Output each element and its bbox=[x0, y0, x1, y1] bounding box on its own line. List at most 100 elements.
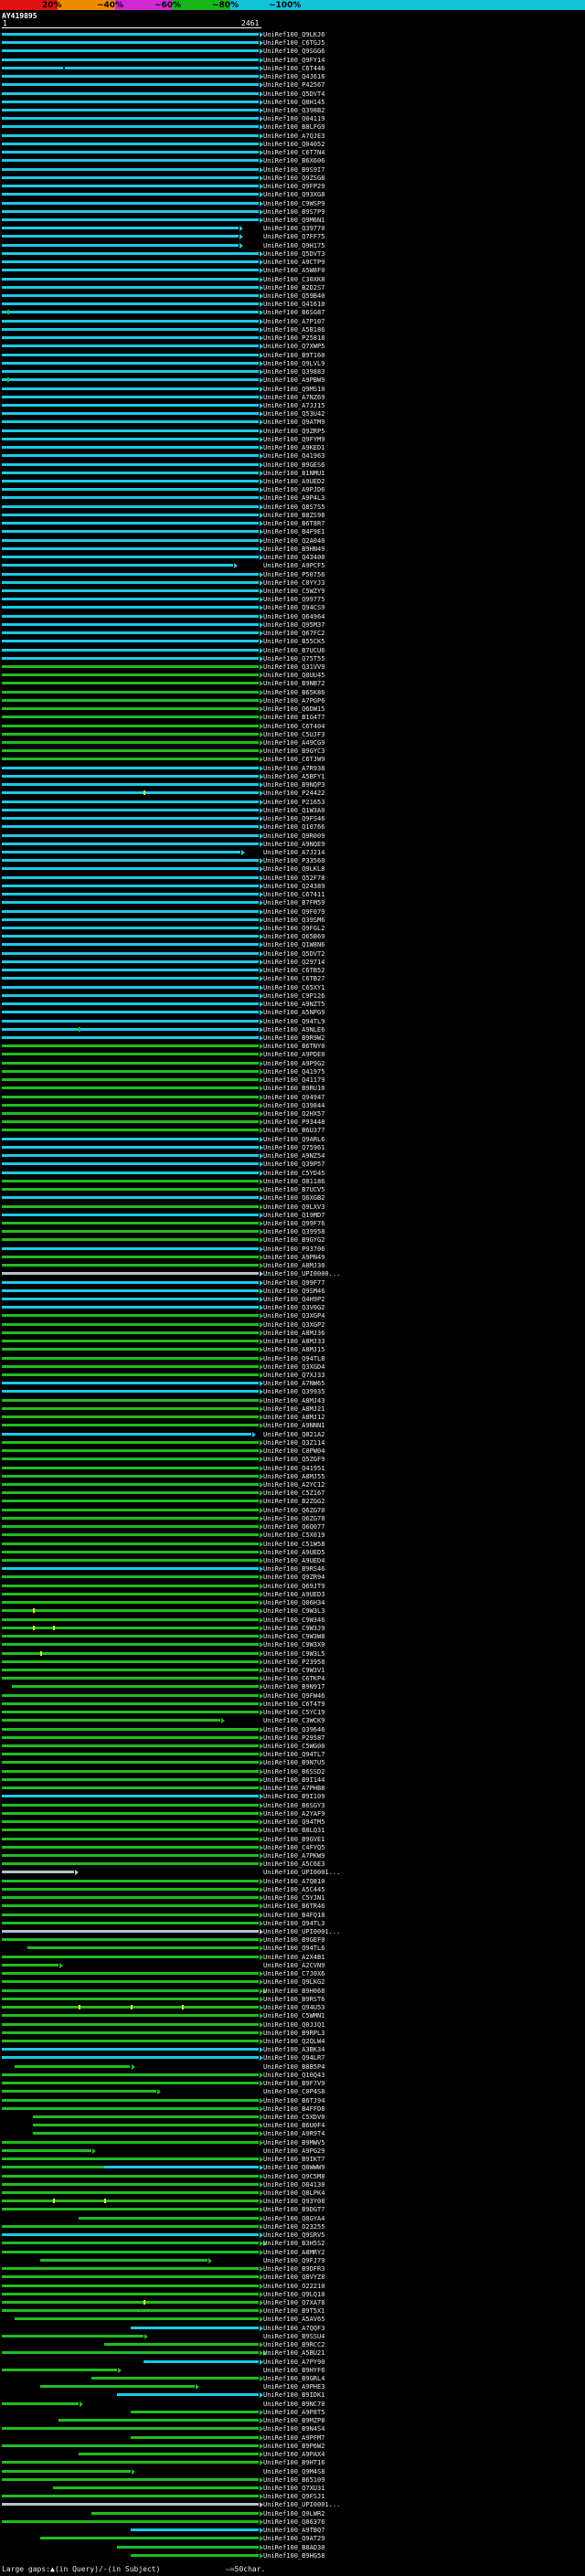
alignment-bar[interactable] bbox=[2, 2174, 259, 2178]
alignment-bar[interactable] bbox=[2, 1188, 259, 1192]
hit-label[interactable]: UniRef100_Q41610 bbox=[263, 301, 324, 308]
hit-label[interactable]: UniRef100_Q2QLW4 bbox=[263, 2038, 324, 2045]
alignment-bar[interactable] bbox=[2, 1348, 259, 1352]
alignment-bar[interactable] bbox=[2, 109, 259, 112]
alignment-bar[interactable] bbox=[2, 1525, 259, 1529]
hit-label[interactable]: UniRef100_Q9LKJ6 bbox=[263, 31, 324, 38]
alignment-bar[interactable] bbox=[2, 2250, 259, 2253]
hit-label[interactable]: UniRef100_Q9FW46 bbox=[263, 1692, 324, 1700]
hit-label[interactable]: UniRef100_C5XDV0 bbox=[263, 2114, 324, 2121]
hit-label[interactable]: UniRef100_B9RU10 bbox=[263, 1085, 324, 1092]
hit-label[interactable]: UniRef100_Q9FYM9 bbox=[263, 436, 324, 443]
alignment-bar[interactable] bbox=[2, 817, 259, 821]
alignment-bar[interactable] bbox=[2, 142, 259, 145]
hit-label[interactable]: UniRef100_Q2A040 bbox=[263, 537, 324, 545]
alignment-bar[interactable] bbox=[2, 201, 259, 205]
hit-label[interactable]: UniRef100_B9RCC2 bbox=[263, 2341, 324, 2348]
hit-label[interactable]: UniRef100_Q3V0G2 bbox=[263, 1304, 324, 1311]
hit-label[interactable]: UniRef100_A9PHE3 bbox=[263, 2383, 324, 2390]
alignment-bar[interactable] bbox=[2, 49, 259, 53]
alignment-bar[interactable] bbox=[2, 2300, 259, 2304]
hit-label[interactable]: UniRef100_Q59B40 bbox=[263, 292, 324, 300]
alignment-bar[interactable] bbox=[2, 311, 259, 314]
alignment-bar[interactable] bbox=[2, 1272, 259, 1276]
hit-label[interactable]: UniRef100_A8MJ12 bbox=[263, 1414, 324, 1421]
alignment-bar[interactable] bbox=[2, 133, 259, 137]
alignment-bar[interactable] bbox=[2, 1280, 259, 1284]
hit-label[interactable]: UniRef100_B9S7P9 bbox=[263, 208, 324, 216]
alignment-bar[interactable] bbox=[2, 2469, 131, 2473]
alignment-bar[interactable] bbox=[2, 2056, 259, 2060]
hit-label[interactable]: UniRef100_B9HT16 bbox=[263, 2459, 324, 2466]
hit-label[interactable]: UniRef100_A5C445 bbox=[263, 1886, 324, 1893]
alignment-bar[interactable] bbox=[2, 1811, 259, 1815]
hit-label[interactable]: UniRef100_C67411 bbox=[263, 891, 324, 898]
alignment-bar[interactable] bbox=[15, 2064, 131, 2068]
alignment-bar[interactable] bbox=[2, 1921, 259, 1924]
hit-label[interactable]: UniRef100_C5Z167 bbox=[263, 1489, 324, 1497]
alignment-bar[interactable] bbox=[2, 1980, 259, 1984]
hit-label[interactable]: UniRef100_Q1W3A0 bbox=[263, 807, 324, 814]
hit-label[interactable]: UniRef100_P21653 bbox=[263, 799, 324, 806]
alignment-bar[interactable] bbox=[2, 1432, 251, 1436]
hit-label[interactable]: UniRef100_B9NQP3 bbox=[263, 781, 324, 789]
hit-label[interactable]: UniRef100_C0P4S8 bbox=[263, 2088, 324, 2095]
alignment-bar[interactable] bbox=[2, 1449, 259, 1453]
hit-label[interactable]: UniRef100_C6T446 bbox=[263, 65, 324, 72]
alignment-bar[interactable] bbox=[2, 1196, 259, 1200]
hit-label[interactable]: UniRef100_B65109 bbox=[263, 2476, 324, 2484]
hit-label[interactable]: UniRef100_Q43400 bbox=[263, 554, 324, 561]
hit-label[interactable]: UniRef100_C5WG00 bbox=[263, 1743, 324, 1750]
alignment-bar[interactable] bbox=[12, 1685, 259, 1689]
alignment-bar[interactable] bbox=[2, 1542, 259, 1545]
hit-label[interactable]: UniRef100_Q04119 bbox=[263, 115, 324, 122]
alignment-bar[interactable] bbox=[2, 1095, 259, 1098]
alignment-bar[interactable] bbox=[2, 1584, 259, 1587]
hit-label[interactable]: UniRef100_A9NQE9 bbox=[263, 841, 324, 848]
hit-label[interactable]: UniRef100_Q41951 bbox=[263, 1465, 324, 1472]
alignment-bar[interactable] bbox=[2, 927, 259, 930]
alignment-bar[interactable] bbox=[143, 2359, 259, 2363]
hit-label[interactable]: UniRef100_Q06H34 bbox=[263, 1599, 324, 1606]
alignment-bar[interactable] bbox=[2, 2427, 259, 2431]
hit-label[interactable]: UniRef100_Q0JJQ1 bbox=[263, 2021, 324, 2029]
alignment-bar[interactable] bbox=[2, 1635, 259, 1638]
alignment-bar[interactable] bbox=[2, 361, 259, 365]
alignment-bar[interactable] bbox=[2, 75, 259, 79]
hit-label[interactable]: UniRef100_B6X606 bbox=[263, 157, 324, 164]
hit-label[interactable]: UniRef100_Q9FGL2 bbox=[263, 925, 324, 932]
alignment-bar[interactable] bbox=[2, 656, 259, 660]
hit-label[interactable]: UniRef100_B9N4S4 bbox=[263, 2425, 324, 2433]
alignment-bar[interactable] bbox=[2, 588, 259, 592]
alignment-bar[interactable] bbox=[2, 1246, 259, 1250]
alignment-bar[interactable] bbox=[2, 1255, 259, 1258]
hit-label[interactable]: UniRef100_Q8UU45 bbox=[263, 672, 324, 679]
hit-label[interactable]: UniRef100_Q41179 bbox=[263, 1076, 324, 1084]
alignment-bar[interactable] bbox=[2, 462, 259, 466]
hit-label[interactable]: UniRef100_B1NMU1 bbox=[263, 470, 324, 477]
alignment-bar[interactable] bbox=[2, 1314, 259, 1318]
hit-label[interactable]: UniRef100_B9MZP8 bbox=[263, 2417, 324, 2424]
alignment-bar[interactable] bbox=[2, 1415, 259, 1419]
alignment-bar[interactable] bbox=[2, 2030, 259, 2034]
hit-label[interactable]: UniRef100_Q8S7S5 bbox=[263, 504, 324, 511]
alignment-bar[interactable] bbox=[2, 2233, 259, 2237]
hit-label[interactable]: UniRef100_B9T160 bbox=[263, 352, 324, 359]
hit-label[interactable]: UniRef100_Q6ZG78 bbox=[263, 1515, 324, 1522]
alignment-bar[interactable] bbox=[2, 716, 259, 719]
alignment-bar[interactable] bbox=[2, 901, 259, 905]
hit-label[interactable]: UniRef100_B9IDK1 bbox=[263, 2391, 324, 2399]
alignment-bar[interactable] bbox=[2, 1972, 259, 1976]
alignment-bar[interactable] bbox=[53, 2486, 259, 2489]
alignment-bar[interactable] bbox=[15, 2317, 259, 2321]
hit-label[interactable]: UniRef100_Q52F78 bbox=[263, 875, 324, 882]
hit-label[interactable]: UniRef100_UPI0000... bbox=[263, 1270, 340, 1277]
hit-label[interactable]: UniRef100_C30XK8 bbox=[263, 276, 324, 283]
alignment-bar[interactable] bbox=[2, 217, 259, 221]
alignment-bar[interactable] bbox=[27, 1946, 259, 1950]
hit-label[interactable]: UniRef100_B7UCV5 bbox=[263, 1186, 324, 1193]
hit-label[interactable]: UniRef100_C9WSP9 bbox=[263, 200, 324, 207]
alignment-bar[interactable] bbox=[2, 403, 259, 407]
alignment-bar[interactable] bbox=[2, 336, 259, 340]
alignment-bar[interactable] bbox=[2, 867, 259, 871]
